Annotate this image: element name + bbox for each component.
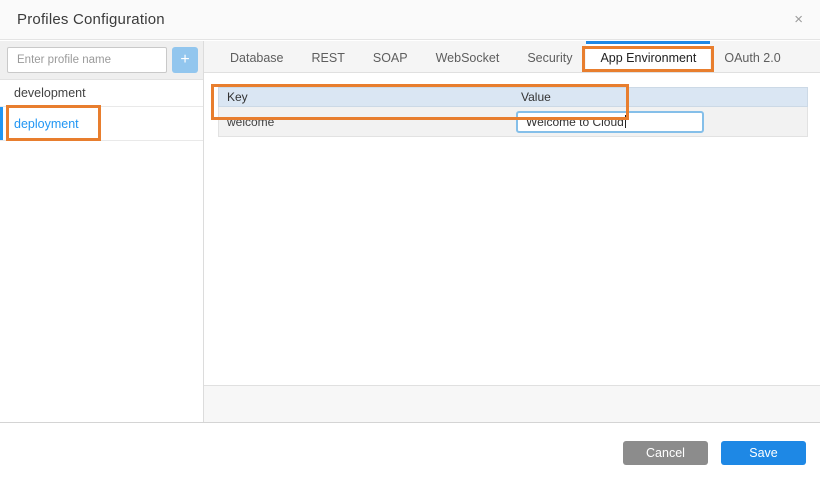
- tab-oauth[interactable]: OAuth 2.0: [710, 41, 794, 72]
- column-header-key: Key: [219, 90, 513, 104]
- save-button[interactable]: Save: [721, 441, 806, 465]
- table-header-row: Key Value: [218, 87, 808, 107]
- content-footer-band: [204, 385, 820, 422]
- add-profile-button[interactable]: +: [172, 47, 198, 73]
- dialog-header: Profiles Configuration ×: [0, 0, 820, 40]
- tab-security[interactable]: Security: [513, 41, 586, 72]
- key-value-table: Key Value welcome Welcome to Cloud: [218, 87, 808, 137]
- cancel-button[interactable]: Cancel: [623, 441, 708, 465]
- tab-websocket[interactable]: WebSocket: [422, 41, 514, 72]
- profile-name-input[interactable]: [7, 47, 167, 73]
- tab-bar: Database REST SOAP WebSocket Security Ap…: [204, 41, 820, 73]
- selected-indicator-bar: [0, 107, 3, 140]
- value-cell: Welcome to Cloud: [513, 111, 807, 133]
- table-row: welcome Welcome to Cloud: [218, 107, 808, 137]
- profile-item-deployment[interactable]: deployment: [0, 107, 203, 141]
- profile-content-pane: Database REST SOAP WebSocket Security Ap…: [204, 41, 820, 422]
- value-input[interactable]: Welcome to Cloud: [516, 111, 704, 133]
- tab-database[interactable]: Database: [216, 41, 298, 72]
- profile-item-label: deployment: [14, 117, 79, 131]
- profile-item-development[interactable]: development: [0, 80, 203, 107]
- tab-app-environment[interactable]: App Environment: [586, 41, 710, 72]
- profiles-sidebar: + development deployment: [0, 41, 204, 422]
- dialog-body: + development deployment Database REST S…: [0, 41, 820, 423]
- tab-soap[interactable]: SOAP: [359, 41, 422, 72]
- profile-input-row: +: [0, 41, 203, 80]
- dialog-title: Profiles Configuration: [17, 11, 165, 28]
- close-icon[interactable]: ×: [794, 12, 803, 27]
- column-header-value: Value: [513, 90, 807, 104]
- profile-item-label: development: [14, 86, 86, 100]
- tab-rest[interactable]: REST: [298, 41, 359, 72]
- dialog-footer: Cancel Save: [0, 424, 820, 482]
- text-caret: [625, 115, 626, 128]
- key-cell: welcome: [219, 115, 513, 129]
